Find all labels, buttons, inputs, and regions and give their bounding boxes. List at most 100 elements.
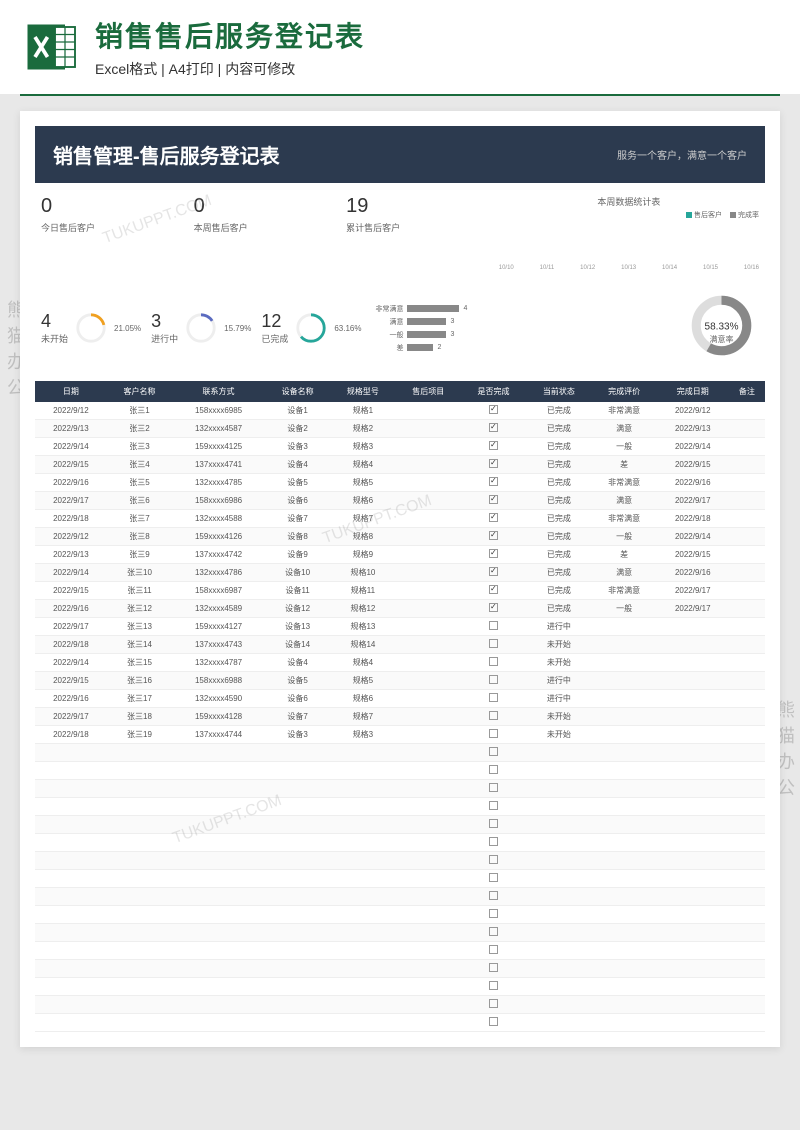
table-cell — [35, 960, 107, 978]
checkbox-icon[interactable] — [489, 513, 498, 522]
checkbox-icon[interactable] — [489, 459, 498, 468]
table-cell — [396, 744, 461, 762]
checkbox-icon[interactable] — [489, 927, 498, 936]
table-row — [35, 762, 765, 780]
table-cell — [35, 834, 107, 852]
checkbox-icon[interactable] — [489, 657, 498, 666]
checkbox-icon[interactable] — [489, 531, 498, 540]
checkbox-icon[interactable] — [489, 873, 498, 882]
table-cell — [396, 708, 461, 726]
table-cell — [396, 528, 461, 546]
table-cell — [461, 672, 526, 690]
checkbox-icon[interactable] — [489, 549, 498, 558]
table-cell — [396, 978, 461, 996]
table-row: 2022/9/17张三18159xxxx4128设备7规格7未开始 — [35, 708, 765, 726]
table-cell — [107, 744, 172, 762]
table-cell — [35, 924, 107, 942]
table-cell: 已完成 — [526, 546, 591, 564]
checkbox-icon[interactable] — [489, 603, 498, 612]
table-cell — [729, 510, 765, 528]
checkbox-icon[interactable] — [489, 441, 498, 450]
table-cell — [396, 582, 461, 600]
table-cell — [657, 942, 729, 960]
checkbox-icon[interactable] — [489, 747, 498, 756]
rating-value: 3 — [450, 318, 454, 325]
table-cell: 2022/9/17 — [35, 618, 107, 636]
table-cell: 未开始 — [526, 654, 591, 672]
checkbox-icon[interactable] — [489, 1017, 498, 1026]
table-cell — [107, 762, 172, 780]
checkbox-icon[interactable] — [489, 639, 498, 648]
table-row: 2022/9/13张三2132xxxx4587设备2规格2已完成满意2022/9… — [35, 420, 765, 438]
table-cell — [172, 942, 265, 960]
checkbox-icon[interactable] — [489, 999, 498, 1008]
table-cell: 张三18 — [107, 708, 172, 726]
table-cell — [107, 924, 172, 942]
table-cell — [461, 438, 526, 456]
table-cell: 非常满意 — [592, 582, 657, 600]
table-cell — [526, 996, 591, 1014]
table-cell: 159xxxx4128 — [172, 708, 265, 726]
table-cell — [172, 978, 265, 996]
table-cell: 2022/9/18 — [657, 510, 729, 528]
table-cell — [265, 816, 330, 834]
table-cell — [265, 852, 330, 870]
page-header: 销售售后服务登记表 Excel格式 | A4打印 | 内容可修改 — [0, 0, 800, 94]
table-cell — [396, 636, 461, 654]
checkbox-icon[interactable] — [489, 729, 498, 738]
checkbox-icon[interactable] — [489, 423, 498, 432]
table-row: 2022/9/16张三5132xxxx4785设备5规格5已完成非常满意2022… — [35, 474, 765, 492]
table-cell — [35, 888, 107, 906]
checkbox-icon[interactable] — [489, 945, 498, 954]
table-cell — [35, 816, 107, 834]
table-cell: 张三19 — [107, 726, 172, 744]
checkbox-icon[interactable] — [489, 405, 498, 414]
checkbox-icon[interactable] — [489, 675, 498, 684]
checkbox-icon[interactable] — [489, 837, 498, 846]
x-tick: 10/11 — [540, 265, 555, 271]
checkbox-icon[interactable] — [489, 963, 498, 972]
table-cell — [729, 474, 765, 492]
table-cell — [592, 780, 657, 798]
table-cell — [526, 1014, 591, 1032]
status-pct: 63.16% — [334, 324, 361, 333]
checkbox-icon[interactable] — [489, 909, 498, 918]
checkbox-icon[interactable] — [489, 495, 498, 504]
checkbox-icon[interactable] — [489, 783, 498, 792]
checkbox-icon[interactable] — [489, 711, 498, 720]
table-cell — [729, 906, 765, 924]
table-cell — [172, 870, 265, 888]
table-cell — [461, 492, 526, 510]
status-row: 4 未开始 21.05% 3 进行中 15.79% 12 已完成 63.16% … — [35, 283, 765, 373]
table-cell — [461, 834, 526, 852]
table-cell — [330, 942, 395, 960]
table-cell: 设备13 — [265, 618, 330, 636]
table-cell: 设备3 — [265, 726, 330, 744]
stat-total: 19 累计售后客户 — [346, 195, 491, 271]
table-cell: 设备3 — [265, 438, 330, 456]
checkbox-icon[interactable] — [489, 567, 498, 576]
checkbox-icon[interactable] — [489, 585, 498, 594]
table-cell — [592, 924, 657, 942]
table-cell — [526, 942, 591, 960]
checkbox-icon[interactable] — [489, 765, 498, 774]
table-cell: 规格8 — [330, 528, 395, 546]
checkbox-icon[interactable] — [489, 855, 498, 864]
checkbox-icon[interactable] — [489, 891, 498, 900]
table-row: 2022/9/15张三16158xxxx6988设备5规格5进行中 — [35, 672, 765, 690]
checkbox-icon[interactable] — [489, 981, 498, 990]
checkbox-icon[interactable] — [489, 693, 498, 702]
status-value: 3 — [151, 311, 178, 332]
checkbox-icon[interactable] — [489, 801, 498, 810]
table-cell: 规格11 — [330, 582, 395, 600]
table-cell: 设备7 — [265, 708, 330, 726]
checkbox-icon[interactable] — [489, 621, 498, 630]
checkbox-icon[interactable] — [489, 477, 498, 486]
checkbox-icon[interactable] — [489, 819, 498, 828]
table-row: 2022/9/12张三1158xxxx6985设备1规格1已完成非常满意2022… — [35, 402, 765, 420]
table-cell: 规格7 — [330, 708, 395, 726]
table-cell: 158xxxx6986 — [172, 492, 265, 510]
table-cell — [396, 420, 461, 438]
table-cell — [729, 870, 765, 888]
table-cell — [729, 672, 765, 690]
